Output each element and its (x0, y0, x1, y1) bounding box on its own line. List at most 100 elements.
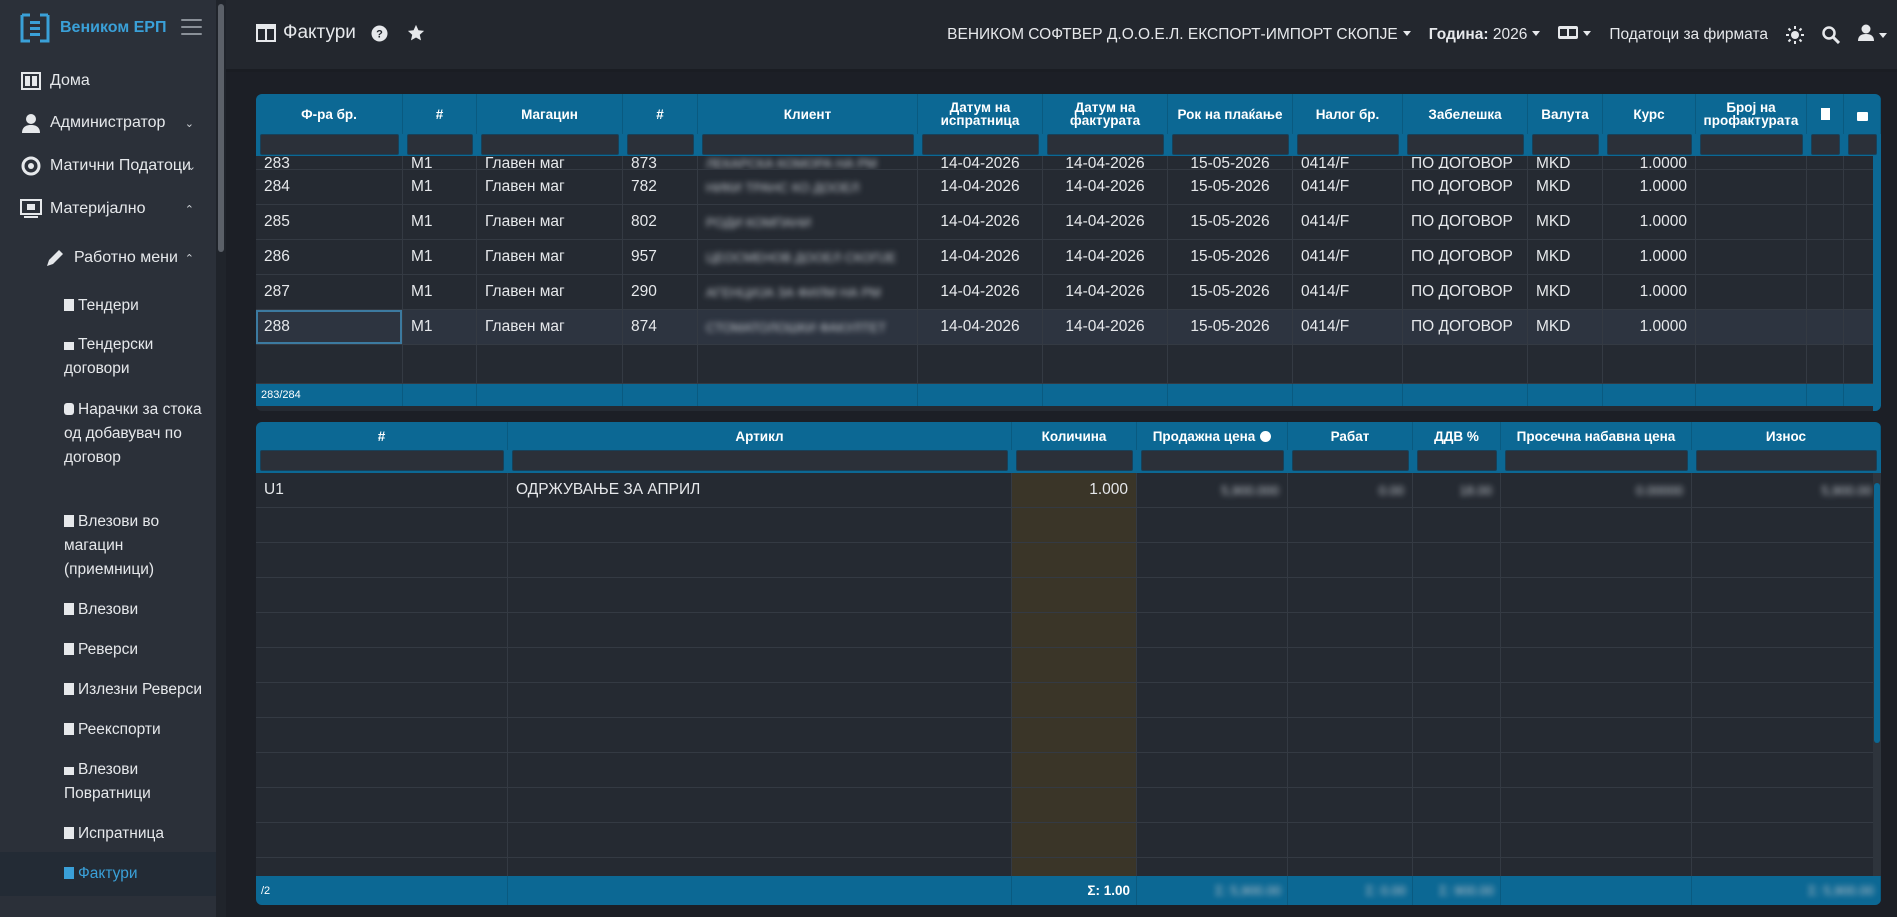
table-row[interactable]: 284 М1 Главен маг 782 НИКИ ТРАНС КО ДООЕЛ 14-… (256, 170, 1881, 205)
cell-value: 290 (631, 283, 657, 300)
column-filter-input[interactable] (1532, 134, 1599, 155)
sidebar-item-tenders[interactable]: Тендери (64, 294, 214, 318)
table-cell-price (1137, 858, 1288, 876)
sidebar: Веником ЕРП Дома Администратор ⌄ Матични… (0, 0, 216, 917)
table-cell (1807, 156, 1844, 169)
file-icon (64, 643, 74, 655)
column-filter-input[interactable] (1505, 450, 1688, 471)
language-selector[interactable] (1558, 26, 1591, 44)
column-filter-input[interactable] (922, 134, 1039, 155)
sidebar-item-reverses[interactable]: Реверси (64, 638, 214, 662)
table-row-selected[interactable]: 288 М1 Главен маг 874 СТОМАТОЛОШКИ ФАКУЛТЕТ 1… (256, 310, 1881, 345)
table-row[interactable]: 285 М1 Главен маг 802 РОДИ КОМПАНИ 14-04-2026… (256, 205, 1881, 240)
column-filter-input[interactable] (702, 134, 914, 155)
table-row-empty (256, 543, 1881, 578)
sidebar-item-entries[interactable]: Влезови (64, 598, 214, 622)
handshake-icon (64, 342, 74, 350)
footer-cell (1168, 384, 1293, 406)
column-filter-input[interactable] (481, 134, 619, 155)
cell-value: 0414/F (1301, 178, 1350, 195)
table-cell-code (256, 508, 508, 542)
column-header-label: Ф-ра бр. (301, 106, 357, 122)
table-cell-d1: 14-04-2026 (918, 240, 1043, 274)
sidebar-item-dispatch[interactable]: Испратница (64, 822, 214, 846)
column-filter-input[interactable] (1607, 134, 1692, 155)
table-cell (1807, 205, 1844, 239)
table-row[interactable]: 286 М1 Главен маг 957 ЦЕОСМЕНОВ ДООЕЛ СКОПЈЕ… (256, 240, 1881, 275)
sidebar-item-invoices[interactable]: Фактури (64, 862, 214, 886)
menu-toggle-icon[interactable] (181, 19, 202, 35)
column-header: Рабат (1288, 422, 1413, 450)
column-filter-input[interactable] (1696, 450, 1877, 471)
cell-value: 18.00 (1459, 482, 1492, 498)
table-cell-rate: 1.0000 (1603, 240, 1696, 274)
column-filter-input[interactable] (1407, 134, 1524, 155)
sidebar-scrollbar-thumb[interactable] (218, 4, 224, 252)
table-cell-client: ЦЕОСМЕНОВ ДООЕЛ СКОПЈЕ (698, 240, 918, 274)
column-filter-input[interactable] (1016, 450, 1133, 471)
document-icon[interactable] (1820, 108, 1830, 120)
column-filter-input[interactable] (1292, 450, 1409, 471)
invoices-scrollbar[interactable] (1873, 156, 1881, 411)
year-selector[interactable]: Година: 2026 (1429, 26, 1541, 44)
column-filter-input[interactable] (407, 134, 473, 155)
column-header: # (623, 94, 698, 134)
column-filter-input[interactable] (260, 134, 399, 155)
column-filter-input[interactable] (1811, 134, 1840, 155)
sidebar-item-tender-contracts[interactable]: Тендерски договори (64, 333, 214, 381)
sidebar-item-warehouse-receipts[interactable]: Влезови во магацин (приемници) (64, 510, 214, 582)
company-selector[interactable]: ВЕНИКОМ СОФТВЕР Д.О.О.Е.Л. ЕКСПОРТ-ИМПОР… (947, 26, 1411, 44)
column-filter-input[interactable] (1417, 450, 1497, 471)
items-header: # Артикл Количина Продажна цена Рабат ДДВ % Пр… (256, 422, 1881, 473)
columns-icon (256, 24, 276, 42)
table-cell (623, 345, 698, 383)
nav-material[interactable]: Материјално ⌃ (0, 197, 216, 221)
column-filter-input[interactable] (1047, 134, 1164, 155)
table-row[interactable]: U1 ОДРЖУВАЊЕ ЗА АПРИЛ 1.000 5,900.000 0.00 18… (256, 473, 1881, 508)
info-icon[interactable] (1260, 430, 1272, 442)
nav-work-menu[interactable]: Работно мени ⌃ (0, 246, 216, 270)
sidebar-item-reexports[interactable]: Реекспорти (64, 718, 214, 742)
column-filter-input[interactable] (1172, 134, 1289, 155)
sidebar-item-supplier-orders[interactable]: Нарачки за стока од добавувач по договор (64, 398, 214, 470)
star-icon[interactable] (407, 24, 425, 42)
user-menu[interactable] (1858, 24, 1887, 46)
column-header: Просечна набавна цена (1501, 422, 1692, 450)
column-filter-input[interactable] (1297, 134, 1399, 155)
table-cell-amount (1692, 683, 1881, 717)
cell-value: Главен маг (485, 213, 565, 230)
column-header: Артикл (508, 422, 1012, 450)
column-filter-input[interactable] (1141, 450, 1284, 471)
table-cell-mag_code: М1 (403, 310, 477, 344)
cell-value: MKD (1536, 318, 1571, 335)
lock-icon[interactable] (1856, 111, 1868, 121)
brand[interactable]: Веником ЕРП (18, 10, 166, 46)
help-icon[interactable]: ? (371, 25, 388, 42)
column-filter-input[interactable] (1700, 134, 1803, 155)
column-filter-input[interactable] (1848, 134, 1877, 155)
cell-value: 15-05-2026 (1190, 248, 1270, 265)
nav-home[interactable]: Дома (0, 69, 216, 93)
cell-value: 0414/F (1301, 248, 1350, 265)
search-icon[interactable] (1822, 26, 1840, 44)
cell-value: ПО ДОГОВОР (1411, 213, 1513, 230)
table-row[interactable]: 283 М1 Главен маг 873 ЛЕКАРСКА КОМОРА НА РМ 1… (256, 156, 1881, 170)
items-scrollbar-thumb[interactable] (1874, 483, 1880, 743)
sidebar-item-outgoing-reverses[interactable]: Излезни Реверси (64, 678, 214, 702)
nav-admin[interactable]: Администратор ⌄ (0, 111, 216, 135)
items-scrollbar[interactable] (1873, 473, 1881, 876)
sidebar-scrollbar[interactable] (216, 0, 226, 917)
table-cell-qty (1012, 648, 1137, 682)
column-filter-input[interactable] (512, 450, 1008, 471)
cell-value: 0414/F (1301, 318, 1350, 335)
theme-toggle-icon[interactable] (1786, 26, 1804, 44)
column-header-label: Магацин (521, 106, 578, 122)
column-filter-input[interactable] (260, 450, 504, 471)
table-cell-num: 284 (256, 170, 403, 204)
column-filter-input[interactable] (627, 134, 694, 155)
nav-master-data[interactable]: Матични Податоци ⌄ (0, 154, 216, 178)
table-cell-cur: MKD (1528, 205, 1603, 239)
table-row[interactable]: 287 М1 Главен маг 290 АГЕНЦИЈА ЗА ФИЛМ НА РМ… (256, 275, 1881, 310)
sidebar-item-returns[interactable]: Влезови Повратници (64, 758, 214, 806)
company-data-link[interactable]: Податоци за фирмата (1609, 26, 1768, 44)
